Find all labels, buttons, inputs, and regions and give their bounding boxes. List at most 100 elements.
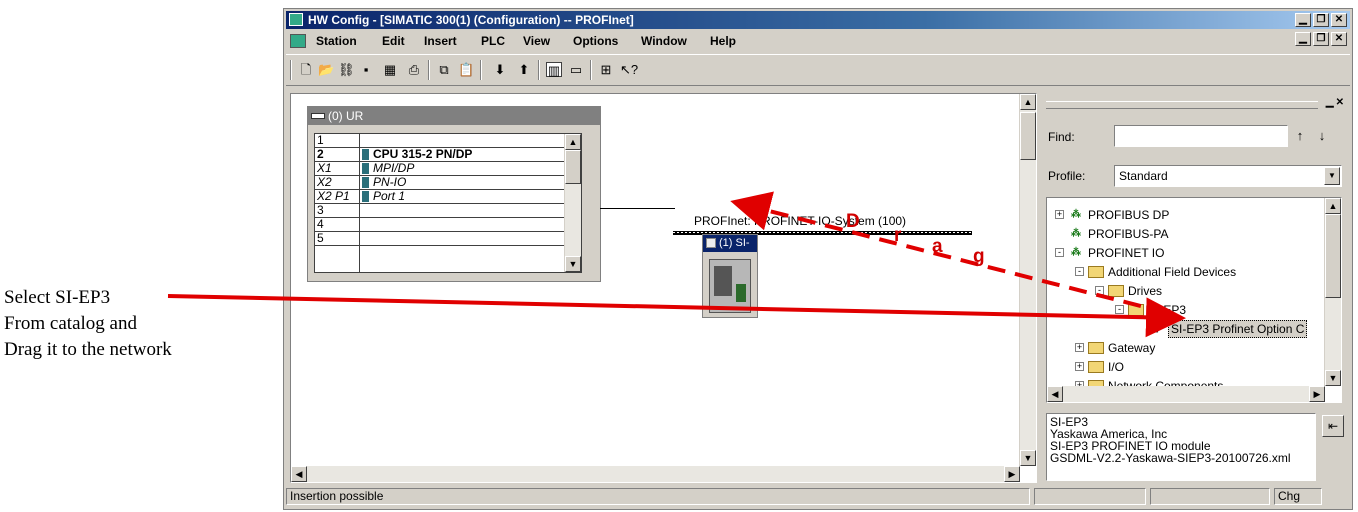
- network-icon: ⁂: [1071, 209, 1081, 220]
- rack-vertical-scrollbar[interactable]: ▲ ▼: [564, 134, 581, 272]
- scroll-left-button[interactable]: ◀: [291, 466, 307, 482]
- tree-scroll-up-button[interactable]: ▲: [1325, 198, 1341, 214]
- module-name: PN-IO: [373, 175, 407, 189]
- menu-insert[interactable]: Insert: [424, 34, 457, 48]
- print-icon[interactable]: ⎙: [406, 62, 422, 77]
- rack-slot-row[interactable]: X2 PN-IO: [315, 176, 567, 190]
- expand-icon[interactable]: +: [1075, 362, 1084, 371]
- tree-scroll-down-button[interactable]: ▼: [1325, 370, 1341, 386]
- toolbar-separator: [480, 60, 482, 80]
- document-icon[interactable]: [290, 34, 306, 48]
- menu-plc[interactable]: PLC: [481, 34, 505, 48]
- scroll-right-button[interactable]: ▶: [1004, 466, 1020, 482]
- device-title[interactable]: (1) SI-: [703, 235, 757, 252]
- doc-minimize-button[interactable]: ▁: [1295, 32, 1311, 46]
- copy-icon[interactable]: ⧉: [436, 62, 452, 77]
- scroll-down-button[interactable]: ▼: [1020, 450, 1036, 466]
- menu-bar: Station Edit Insert PLC View Options Win…: [286, 31, 1350, 51]
- catalog-close-icon[interactable]: ✕: [1336, 97, 1344, 108]
- rack-slot-row[interactable]: X1 MPI/DP: [315, 162, 567, 176]
- rack-window[interactable]: (0) UR 1 2 CPU 315-2 PN/DP X1 MPI/DP X2 PN-IO X…: [307, 106, 601, 282]
- rack-slot-row[interactable]: 3: [315, 204, 567, 218]
- new-icon[interactable]: 🗋: [298, 62, 314, 77]
- vertical-scroll-thumb[interactable]: [1020, 112, 1036, 160]
- work-area-horizontal-scrollbar[interactable]: ◀ ▶: [291, 466, 1020, 482]
- tree-horizontal-scrollbar[interactable]: ◀ ▶: [1047, 386, 1325, 402]
- rack-slot-row[interactable]: 1: [315, 134, 567, 148]
- title-bar[interactable]: HW Config - [SIMATIC 300(1) (Configurati…: [286, 11, 1350, 29]
- save-compile-icon[interactable]: ▦: [382, 62, 398, 77]
- catalog-minimize-icon[interactable]: ▁: [1326, 97, 1334, 108]
- catalog-tree-item[interactable]: ▮ SI-EP3 Profinet Option C: [1047, 320, 1325, 338]
- annotation-text: Select SI-EP3 From catalog and Drag it t…: [4, 285, 172, 363]
- catalog-tree-item[interactable]: + I/O: [1047, 358, 1325, 376]
- expand-icon[interactable]: +: [1055, 210, 1064, 219]
- rack-slot-row[interactable]: 2 CPU 315-2 PN/DP: [315, 148, 567, 162]
- expand-icon[interactable]: +: [1075, 343, 1084, 352]
- upload-icon[interactable]: ⬆: [516, 62, 532, 77]
- slot-number: X2 P1: [317, 189, 350, 203]
- doc-restore-button[interactable]: ❐: [1313, 32, 1329, 46]
- close-button[interactable]: ✕: [1331, 13, 1347, 27]
- find-down-icon[interactable]: ↓: [1314, 128, 1330, 143]
- work-area-vertical-scrollbar[interactable]: ▲ ▼: [1019, 94, 1036, 466]
- restore-button[interactable]: ❐: [1313, 13, 1329, 27]
- open-icon[interactable]: 📂: [318, 62, 334, 77]
- catalog-grip[interactable]: [1046, 101, 1318, 109]
- station-work-area[interactable]: (0) UR 1 2 CPU 315-2 PN/DP X1 MPI/DP X2 PN-IO X…: [290, 93, 1037, 483]
- menu-station[interactable]: Station: [316, 34, 357, 48]
- tree-scroll-right-button[interactable]: ▶: [1309, 386, 1325, 402]
- find-up-icon[interactable]: ↑: [1292, 128, 1308, 143]
- menu-options[interactable]: Options: [573, 34, 618, 48]
- module-icon: [362, 191, 369, 202]
- drag-letter-d: D: [846, 211, 860, 232]
- si-ep3-device[interactable]: (1) SI-: [702, 234, 758, 318]
- tree-item-label: SI-EP3: [1148, 303, 1187, 317]
- catalog-tree[interactable]: + ⁂ PROFIBUS DP ⁂ PROFIBUS-PA - ⁂ PROFINET IO - A…: [1046, 197, 1342, 403]
- status-panel-chg: Chg: [1274, 488, 1322, 505]
- rack-slot-table[interactable]: 1 2 CPU 315-2 PN/DP X1 MPI/DP X2 PN-IO X2 P1 Por…: [314, 133, 582, 273]
- rack-scroll-down-button[interactable]: ▼: [565, 256, 581, 272]
- collapse-icon[interactable]: -: [1115, 305, 1124, 314]
- rack-slot-row[interactable]: X2 P1 Port 1: [315, 190, 567, 204]
- chevron-down-icon[interactable]: ▼: [1324, 167, 1340, 185]
- profinet-system-label[interactable]: PROFInet: PROFINET-IO-System (100): [694, 214, 906, 228]
- network-icon[interactable]: ⊞: [598, 62, 614, 77]
- catalog-icon[interactable]: ▥: [546, 62, 562, 78]
- tree-vertical-scrollbar[interactable]: ▲ ▼: [1324, 198, 1341, 386]
- minimize-button[interactable]: ▁: [1295, 13, 1311, 27]
- find-input[interactable]: [1114, 125, 1288, 147]
- catalog-tree-item[interactable]: - Drives: [1047, 282, 1325, 300]
- menu-help[interactable]: Help: [710, 34, 736, 48]
- catalog-tree-item[interactable]: ⁂ PROFIBUS-PA: [1047, 225, 1325, 243]
- download-icon[interactable]: ⬇: [492, 62, 508, 77]
- catalog-tree-item[interactable]: - Additional Field Devices: [1047, 263, 1325, 281]
- collapse-icon[interactable]: -: [1055, 248, 1064, 257]
- tree-scroll-left-button[interactable]: ◀: [1047, 386, 1063, 402]
- view-icon[interactable]: ▭: [568, 62, 584, 77]
- collapse-icon[interactable]: -: [1075, 267, 1084, 276]
- rack-scroll-thumb[interactable]: [565, 150, 581, 184]
- collapse-icon[interactable]: -: [1095, 286, 1104, 295]
- accessible-nodes-icon[interactable]: ⛓: [338, 62, 355, 77]
- menu-edit[interactable]: Edit: [382, 34, 405, 48]
- scroll-up-button[interactable]: ▲: [1020, 94, 1036, 110]
- paste-icon[interactable]: 📋: [458, 62, 474, 77]
- profile-select[interactable]: Standard ▼: [1114, 165, 1342, 187]
- catalog-tree-item[interactable]: + ⁂ PROFIBUS DP: [1047, 206, 1325, 224]
- catalog-tree-item[interactable]: - ⁂ PROFINET IO: [1047, 244, 1325, 262]
- save-icon[interactable]: ▪: [358, 62, 374, 77]
- hw-config-app-icon[interactable]: [289, 13, 303, 26]
- help-icon[interactable]: ↖?: [620, 62, 638, 77]
- tree-scroll-thumb[interactable]: [1325, 214, 1341, 298]
- rack-slot-row[interactable]: 4: [315, 218, 567, 232]
- catalog-tree-item[interactable]: - SI-EP3: [1047, 301, 1325, 319]
- catalog-toggle-icon[interactable]: ⇤: [1322, 415, 1344, 437]
- rack-scroll-up-button[interactable]: ▲: [565, 134, 581, 150]
- menu-view[interactable]: View: [523, 34, 550, 48]
- menu-window[interactable]: Window: [641, 34, 687, 48]
- rack-slot-row[interactable]: 5: [315, 232, 567, 246]
- rack-title[interactable]: (0) UR: [308, 107, 600, 125]
- doc-close-button[interactable]: ✕: [1331, 32, 1347, 46]
- catalog-tree-item[interactable]: + Gateway: [1047, 339, 1325, 357]
